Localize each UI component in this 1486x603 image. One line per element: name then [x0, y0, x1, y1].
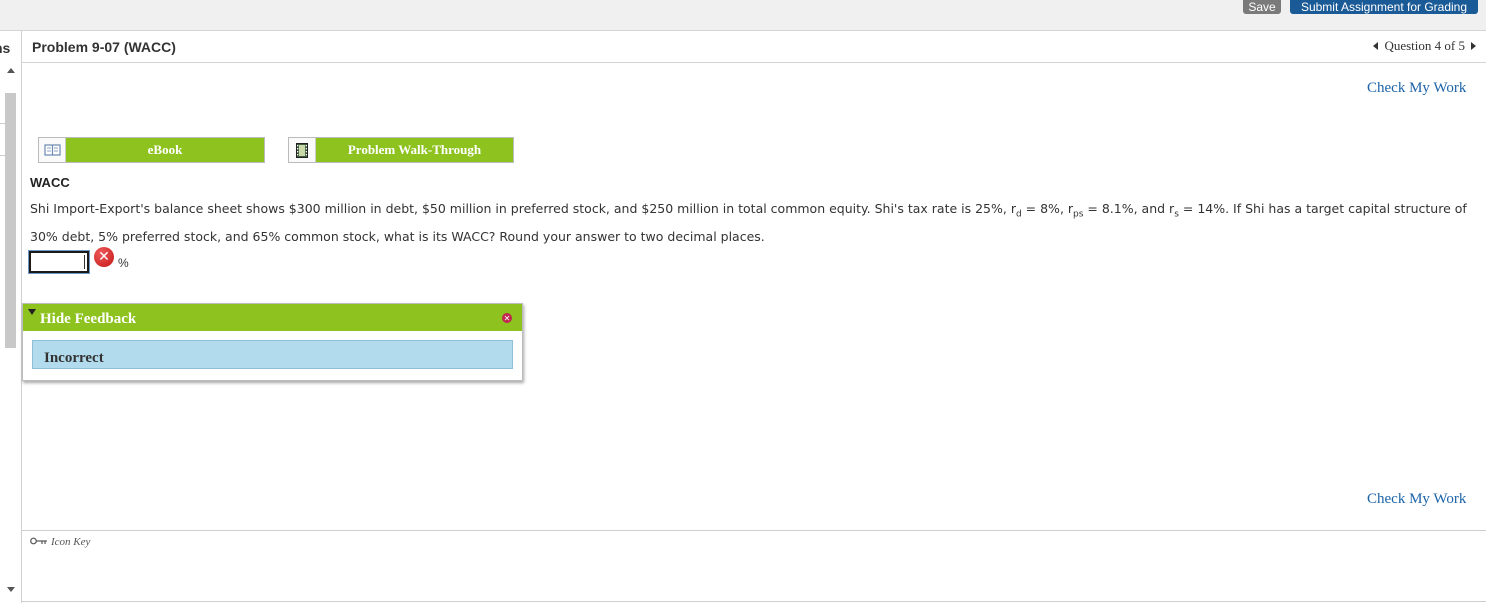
problem-title: Problem 9-07 (WACC) — [32, 39, 176, 55]
question-list-sidebar: ns — [0, 31, 22, 603]
check-my-work-link-top[interactable]: Check My Work — [1367, 80, 1466, 97]
percent-unit: % — [118, 256, 129, 270]
icon-key-label: Icon Key — [51, 536, 91, 548]
incorrect-icon: ✕ — [94, 247, 114, 267]
key-icon — [30, 536, 48, 548]
feedback-result-box: Incorrect — [32, 340, 513, 369]
close-icon[interactable]: ✕ — [502, 313, 512, 323]
sidebar-divider — [0, 123, 5, 124]
wacc-answer-input[interactable] — [28, 250, 90, 274]
question-navigator: Question 4 of 5 — [1373, 38, 1476, 54]
film-icon — [289, 138, 316, 162]
footer-divider — [22, 530, 1486, 531]
feedback-panel: Hide Feedback ✕ Incorrect — [22, 303, 523, 381]
question-position: Question 4 of 5 — [1384, 38, 1465, 53]
problem-walkthrough-label: Problem Walk-Through — [316, 138, 513, 162]
footer-divider — [22, 601, 1486, 602]
submit-assignment-button[interactable]: Submit Assignment for Grading — [1290, 0, 1478, 14]
question-text-part: Shi Import-Export's balance sheet shows … — [30, 201, 1016, 216]
assignment-window: Save Submit Assignment for Grading ns Pr… — [0, 0, 1486, 603]
scroll-up-arrow-icon[interactable] — [7, 68, 15, 73]
text-cursor — [84, 255, 85, 269]
question-text-part: = 8%, r — [1021, 201, 1074, 216]
hide-feedback-toggle[interactable]: Hide Feedback — [40, 311, 136, 328]
ebook-button[interactable]: eBook — [38, 137, 265, 163]
problem-header: Problem 9-07 (WACC) Question 4 of 5 — [22, 31, 1486, 63]
save-button[interactable]: Save — [1243, 0, 1281, 14]
question-text-part: = 8.1%, and r — [1083, 201, 1175, 216]
feedback-header[interactable]: Hide Feedback ✕ — [23, 304, 522, 331]
ebook-label: eBook — [66, 138, 264, 162]
previous-question-icon[interactable] — [1373, 42, 1379, 50]
top-toolbar: Save Submit Assignment for Grading — [0, 0, 1486, 31]
next-question-icon[interactable] — [1471, 42, 1476, 50]
question-heading: WACC — [30, 175, 70, 190]
scroll-down-arrow-icon[interactable] — [7, 587, 15, 592]
problem-walkthrough-button[interactable]: Problem Walk-Through — [288, 137, 514, 163]
scrollbar-thumb[interactable] — [5, 93, 16, 348]
icon-key-link[interactable]: Icon Key — [30, 536, 90, 548]
feedback-result: Incorrect — [44, 350, 104, 366]
book-icon — [39, 138, 66, 162]
collapse-triangle-icon[interactable] — [28, 309, 36, 315]
sidebar-divider — [0, 155, 5, 156]
subscript-ps: ps — [1073, 209, 1084, 220]
check-my-work-link-bottom[interactable]: Check My Work — [1367, 491, 1466, 508]
sidebar-fragment-text: ns — [0, 40, 11, 56]
question-text: Shi Import-Export's balance sheet shows … — [30, 198, 1476, 247]
